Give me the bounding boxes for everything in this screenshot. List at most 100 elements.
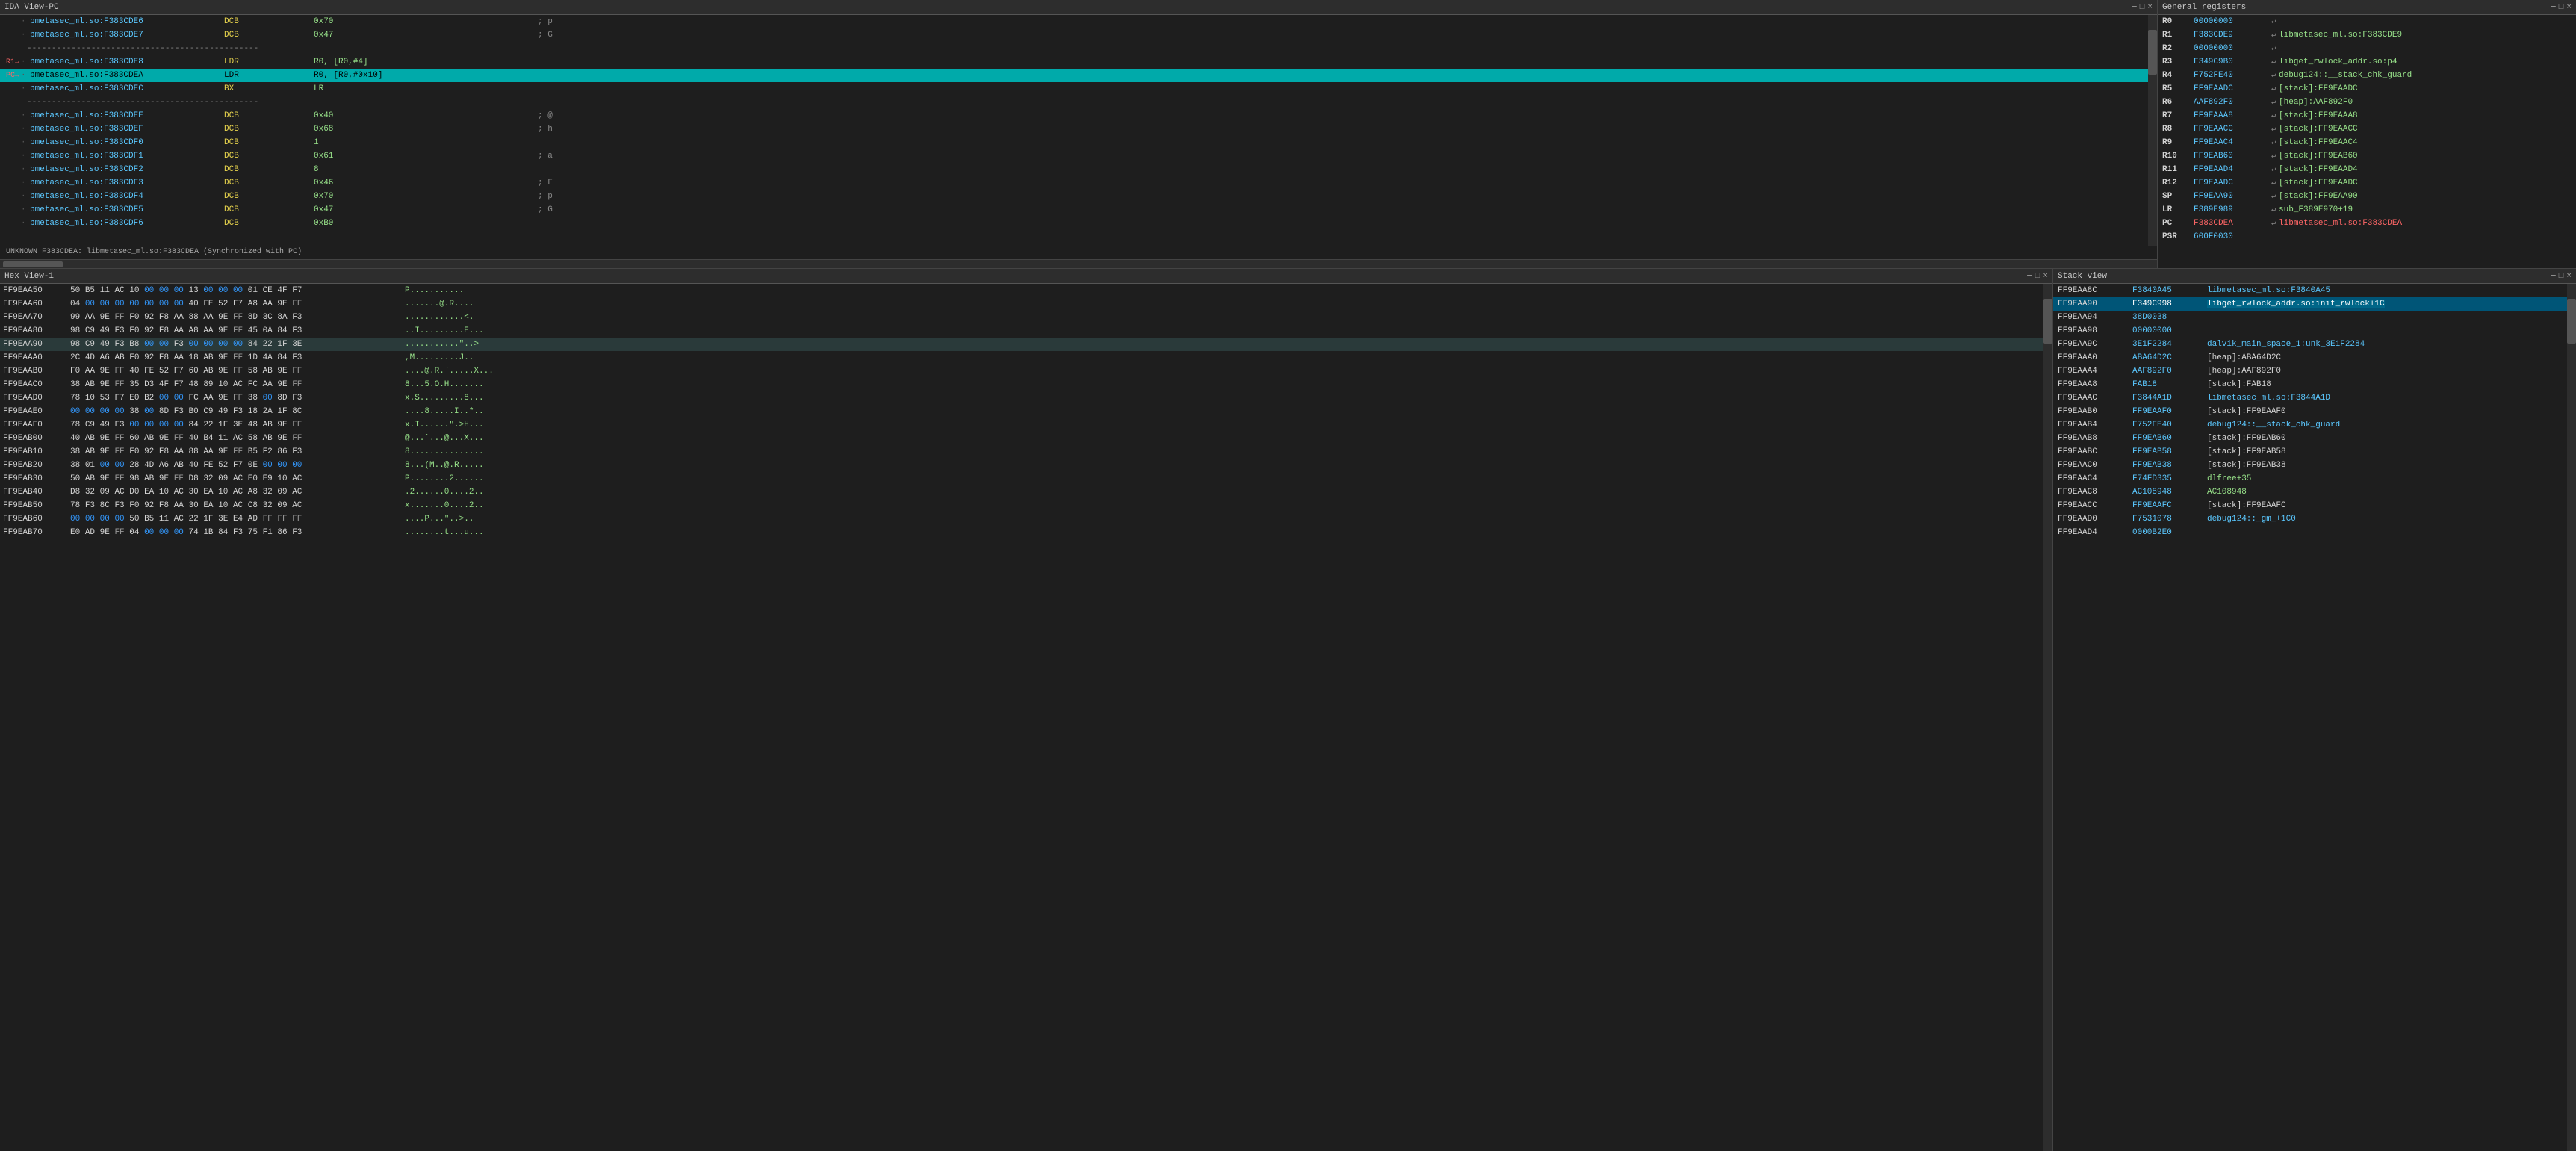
ida-view-vscrollbar[interactable] xyxy=(2148,15,2157,246)
register-arrow-icon: ↵ xyxy=(2271,219,2276,228)
ida-mnemonic: DCB xyxy=(224,219,314,228)
stack-line[interactable]: FF9EAABCFF9EAB58[stack]:FF9EAB58 xyxy=(2053,445,2567,459)
stack-view-scroll[interactable]: FF9EAA8CF3840A45libmetasec_ml.so:F3840A4… xyxy=(2053,284,2576,1151)
ida-line[interactable]: ·bmetasec_ml.so:F383CDF1DCB0x61 ; a xyxy=(0,149,2148,163)
reg-minimize-icon[interactable]: ─ xyxy=(2551,3,2556,12)
hex-byte: 10 xyxy=(277,474,292,483)
stack-line[interactable]: FF9EAAA4AAF892F0[heap]:AAF892F0 xyxy=(2053,364,2567,378)
hex-addr: FF9EAB40 xyxy=(3,488,70,497)
stack-line[interactable]: FF9EAA9C3E1F2284dalvik_main_space_1:unk_… xyxy=(2053,338,2567,351)
register-name: R4 xyxy=(2162,71,2194,80)
register-ref: libget_rwlock_addr.so:p4 xyxy=(2279,58,2397,66)
ida-line[interactable]: ·bmetasec_ml.so:F383CDF4DCB0x70 ; p xyxy=(0,190,2148,203)
ida-line[interactable]: ·bmetasec_ml.so:F383CDE6DCB0x70 ; p xyxy=(0,15,2148,28)
ida-line[interactable]: ·bmetasec_ml.so:F383CDE7DCB0x47 ; G xyxy=(0,28,2148,42)
hex-line[interactable]: FF9EAA5050 B5 11 AC 10 00 00 00 13 00 00… xyxy=(0,284,2043,297)
ida-view-hscrollbar[interactable] xyxy=(0,259,2157,268)
stack-line[interactable]: FF9EAAA0ABA64D2C[heap]:ABA64D2C xyxy=(2053,351,2567,364)
ida-line[interactable]: ·bmetasec_ml.so:F383CDEFDCB0x68 ; h xyxy=(0,122,2148,136)
hex-line[interactable]: FF9EAAE000 00 00 00 38 00 8D F3 B0 C9 49… xyxy=(0,405,2043,418)
ida-addr: bmetasec_ml.so:F383CDE6 xyxy=(30,17,224,26)
hex-bytes: 78 C9 49 F3 00 00 00 00 84 22 1F 3E 48 A… xyxy=(70,421,399,429)
ida-dot: · xyxy=(21,17,30,26)
hex-line[interactable]: FF9EAA9098 C9 49 F3 B8 00 00 F3 00 00 00… xyxy=(0,338,2043,351)
hex-byte: 9E xyxy=(218,447,233,456)
hex-byte: 50 xyxy=(70,474,85,483)
hex-view-controls[interactable]: ─ □ × xyxy=(2027,272,2048,281)
ida-line[interactable]: ·bmetasec_ml.so:F383CDECBXLR xyxy=(0,82,2148,96)
stack-maximize-icon[interactable]: □ xyxy=(2559,272,2564,281)
hex-line[interactable]: FF9EAAB0F0 AA 9E FF 40 FE 52 F7 60 AB 9E… xyxy=(0,364,2043,378)
stack-line[interactable]: FF9EAAD0F7531078debug124::_gm_+1C0 xyxy=(2053,512,2567,526)
hex-line[interactable]: FF9EAAF078 C9 49 F3 00 00 00 00 84 22 1F… xyxy=(0,418,2043,432)
hex-close-icon[interactable]: × xyxy=(2043,272,2048,281)
stack-line[interactable]: FF9EAAB0FF9EAAF0[stack]:FF9EAAF0 xyxy=(2053,405,2567,418)
ida-view-vscrollbar-thumb[interactable] xyxy=(2148,30,2157,75)
stack-view-vscrollbar-thumb[interactable] xyxy=(2567,299,2576,344)
stack-line[interactable]: FF9EAAA8FAB18[stack]:FAB18 xyxy=(2053,378,2567,391)
ida-dot: · xyxy=(21,58,30,66)
ida-close-icon[interactable]: × xyxy=(2147,3,2153,12)
ida-view-controls[interactable]: ─ □ × xyxy=(2132,3,2153,12)
stack-line[interactable]: FF9EAAACF3844A1Dlibmetasec_ml.so:F3844A1… xyxy=(2053,391,2567,405)
stack-line[interactable]: FF9EAAC8AC108948AC108948 xyxy=(2053,485,2567,499)
hex-line[interactable]: FF9EAB2038 01 00 00 28 4D A6 AB 40 FE 52… xyxy=(0,459,2043,472)
ida-line[interactable]: ·bmetasec_ml.so:F383CDF0DCB1 xyxy=(0,136,2148,149)
hex-byte: FC xyxy=(248,380,263,389)
register-row: R7FF9EAAA8 ↵ [stack]:FF9EAAA8 xyxy=(2158,109,2567,122)
stack-line[interactable]: FF9EAAB8FF9EAB60[stack]:FF9EAB60 xyxy=(2053,432,2567,445)
stack-ref: debug124::__stack_chk_guard xyxy=(2207,421,2340,429)
hex-line[interactable]: FF9EAB6000 00 00 00 50 B5 11 AC 22 1F 3E… xyxy=(0,512,2043,526)
stack-close-icon[interactable]: × xyxy=(2566,272,2572,281)
stack-line[interactable]: FF9EAAB4F752FE40debug124::__stack_chk_gu… xyxy=(2053,418,2567,432)
ida-line[interactable]: PC→·bmetasec_ml.so:F383CDEALDRR0, [R0,#0… xyxy=(0,69,2148,82)
hex-line[interactable]: FF9EAA6004 00 00 00 00 00 00 00 40 FE 52… xyxy=(0,297,2043,311)
hex-line[interactable]: FF9EAB3050 AB 9E FF 98 AB 9E FF D8 32 09… xyxy=(0,472,2043,485)
hex-line[interactable]: FF9EAA7099 AA 9E FF F0 92 F8 AA 88 AA 9E… xyxy=(0,311,2043,324)
hex-view-title: Hex View-1 xyxy=(4,272,54,281)
ida-line[interactable]: ·bmetasec_ml.so:F383CDF6DCB0xB0 xyxy=(0,217,2148,230)
reg-close-icon[interactable]: × xyxy=(2566,3,2572,12)
hex-line[interactable]: FF9EAAC038 AB 9E FF 35 D3 4F F7 48 89 10… xyxy=(0,378,2043,391)
ida-line[interactable]: ·bmetasec_ml.so:F383CDF2DCB8 xyxy=(0,163,2148,176)
stack-line[interactable]: FF9EAACCFF9EAAFC[stack]:FF9EAAFC xyxy=(2053,499,2567,512)
ida-line[interactable]: ·bmetasec_ml.so:F383CDEEDCB0x40 ; @ xyxy=(0,109,2148,122)
hex-line[interactable]: FF9EAB5078 F3 8C F3 F0 92 F8 AA 30 EA 10… xyxy=(0,499,2043,512)
stack-line[interactable]: FF9EAAD40000B2E0 xyxy=(2053,526,2567,539)
hex-line[interactable]: FF9EAB40D8 32 09 AC D0 EA 10 AC 30 EA 10… xyxy=(0,485,2043,499)
hex-view-scroll[interactable]: FF9EAA5050 B5 11 AC 10 00 00 00 13 00 00… xyxy=(0,284,2052,1151)
hex-ascii: ..I.........E... xyxy=(405,326,484,335)
stack-line[interactable]: FF9EAAC0FF9EAB38[stack]:FF9EAB38 xyxy=(2053,459,2567,472)
stack-line[interactable]: FF9EAA90F349C998libget_rwlock_addr.so:in… xyxy=(2053,297,2567,311)
registers-scroll[interactable]: R000000000 ↵ R1F383CDE9 ↵ libmetasec_ml.… xyxy=(2158,15,2576,268)
hex-line[interactable]: FF9EAAA02C 4D A6 AB F0 92 F8 AA 18 AB 9E… xyxy=(0,351,2043,364)
hex-byte: F3 xyxy=(114,340,129,349)
hex-line[interactable]: FF9EAAD078 10 53 F7 E0 B2 00 00 FC AA 9E… xyxy=(0,391,2043,405)
ida-line[interactable]: R1→·bmetasec_ml.so:F383CDE8LDRR0, [R0,#4… xyxy=(0,55,2148,69)
hex-view-vscrollbar-thumb[interactable] xyxy=(2043,299,2052,344)
hex-maximize-icon[interactable]: □ xyxy=(2035,272,2040,281)
hex-addr: FF9EAAF0 xyxy=(3,421,70,429)
stack-view-vscrollbar[interactable] xyxy=(2567,284,2576,1151)
stack-line[interactable]: FF9EAA9438D0038 xyxy=(2053,311,2567,324)
registers-controls[interactable]: ─ □ × xyxy=(2551,3,2572,12)
ida-line[interactable]: ·bmetasec_ml.so:F383CDF3DCB0x46 ; F xyxy=(0,176,2148,190)
stack-line[interactable]: FF9EAA8CF3840A45libmetasec_ml.so:F3840A4… xyxy=(2053,284,2567,297)
ida-view-hscrollbar-thumb[interactable] xyxy=(3,261,63,267)
hex-line[interactable]: FF9EAB70E0 AD 9E FF 04 00 00 00 74 1B 84… xyxy=(0,526,2043,539)
hex-line[interactable]: FF9EAB1038 AB 9E FF F0 92 F8 AA 88 AA 9E… xyxy=(0,445,2043,459)
hex-minimize-icon[interactable]: ─ xyxy=(2027,272,2032,281)
stack-line[interactable]: FF9EAA9800000000 xyxy=(2053,324,2567,338)
hex-view-vscrollbar[interactable] xyxy=(2043,284,2052,1151)
stack-line[interactable]: FF9EAAC4F74FD335dlfree+35 xyxy=(2053,472,2567,485)
stack-view-controls[interactable]: ─ □ × xyxy=(2551,272,2572,281)
reg-maximize-icon[interactable]: □ xyxy=(2559,3,2564,12)
hex-line[interactable]: FF9EAA8098 C9 49 F3 F0 92 F8 AA A8 AA 9E… xyxy=(0,324,2043,338)
hex-byte: 10 xyxy=(218,501,233,510)
hex-line[interactable]: FF9EAB0040 AB 9E FF 60 AB 9E FF 40 B4 11… xyxy=(0,432,2043,445)
ida-view-scroll[interactable]: ·bmetasec_ml.so:F383CDE6DCB0x70 ; p·bmet… xyxy=(0,15,2157,246)
ida-line[interactable]: ·bmetasec_ml.so:F383CDF5DCB0x47 ; G xyxy=(0,203,2148,217)
stack-minimize-icon[interactable]: ─ xyxy=(2551,272,2556,281)
ida-minimize-icon[interactable]: ─ xyxy=(2132,3,2137,12)
ida-maximize-icon[interactable]: □ xyxy=(2140,3,2145,12)
